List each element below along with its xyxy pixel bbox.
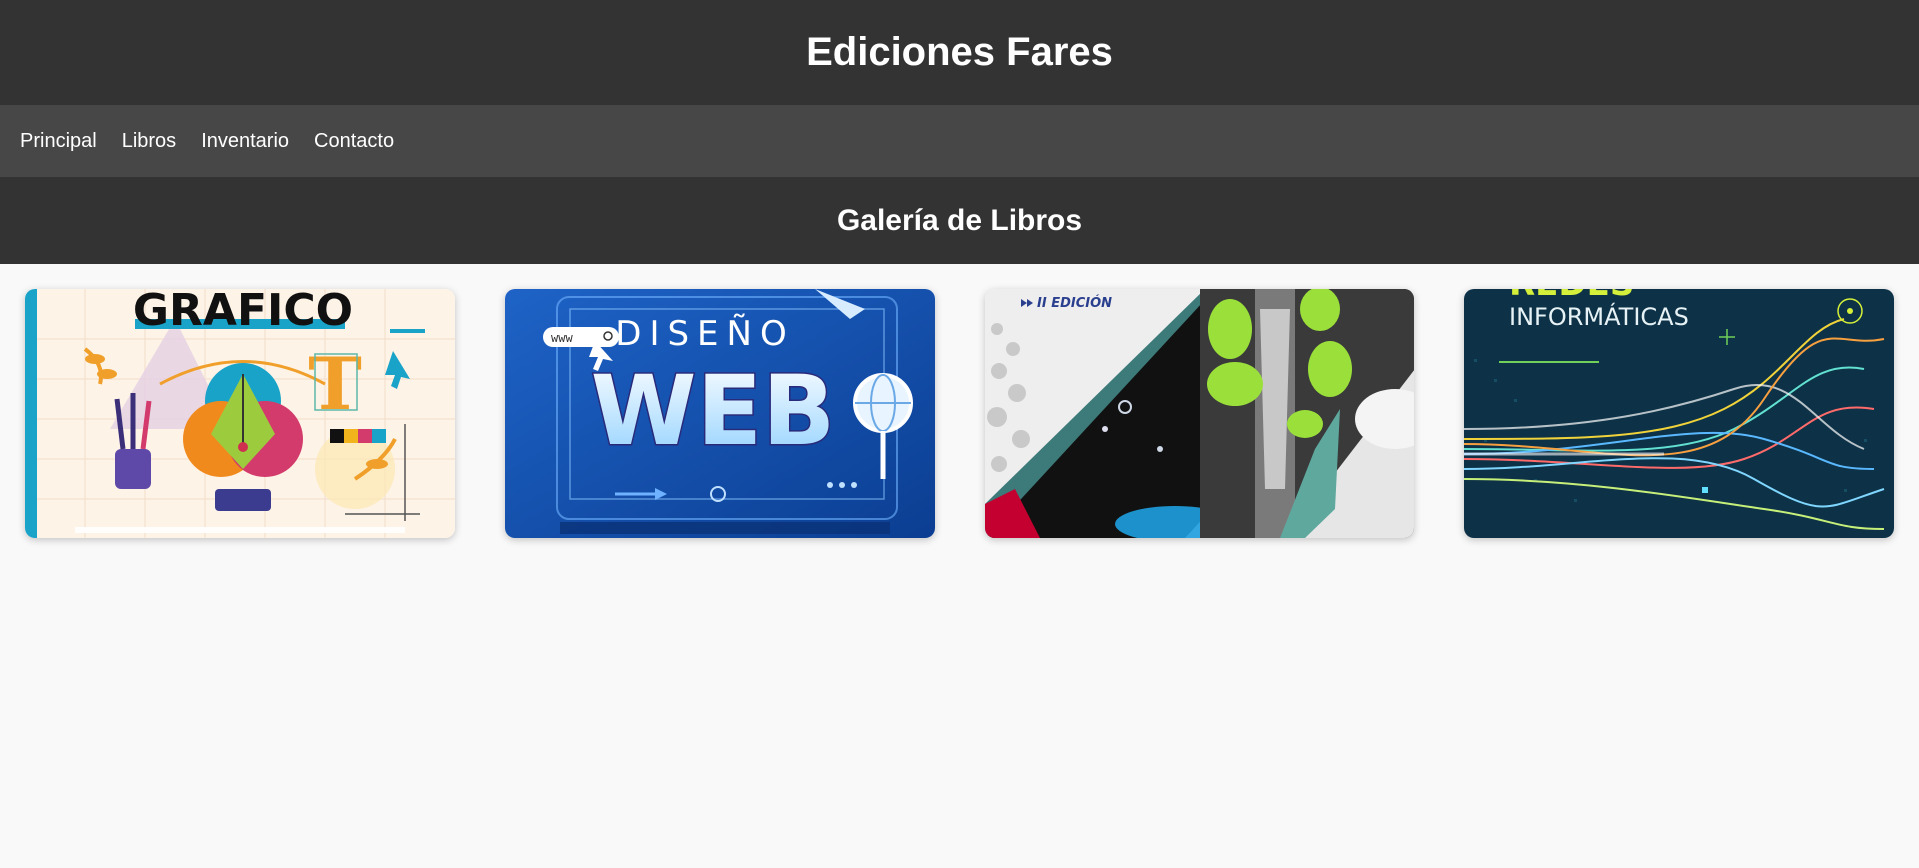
gallery-heading: Galería de Libros: [0, 177, 1919, 264]
nav-link-contacto[interactable]: Contacto: [314, 130, 394, 153]
web-url-text: www: [551, 331, 573, 345]
book-gallery: GRAFICO T www DISEÑO WEB II EDICIÓN INFO…: [0, 264, 1919, 538]
nav-link-principal[interactable]: Principal: [20, 130, 97, 153]
book-cover-grafico: GRAFICO T: [25, 289, 455, 538]
book-card-grafico[interactable]: GRAFICO T: [25, 289, 455, 538]
main-nav: Principal Libros Inventario Contacto: [0, 105, 1919, 177]
book-cover-segunda-edicion: II EDICIÓN: [984, 289, 1415, 538]
grafico-cover-title: GRAFICO: [133, 289, 353, 336]
book-card-redes[interactable]: REDES INFORMÁTICAS: [1464, 289, 1894, 538]
book-cover-redes: REDES INFORMÁTICAS: [1464, 289, 1894, 538]
book-card-segunda-edicion[interactable]: II EDICIÓN: [984, 289, 1415, 538]
site-header: Ediciones Fares: [0, 0, 1919, 105]
gallery-title: Galería de Libros: [836, 203, 1083, 237]
site-title: Ediciones Fares: [806, 30, 1113, 74]
edition-cover-label: II EDICIÓN: [1037, 295, 1112, 311]
redes-cover-top: REDES: [1509, 289, 1634, 304]
nav-link-libros[interactable]: Libros: [122, 130, 176, 153]
book-cover-diseno-web: www DISEÑO WEB: [504, 289, 935, 538]
web-cover-top: DISEÑO: [615, 314, 794, 354]
nav-link-inventario[interactable]: Inventario: [201, 130, 289, 153]
book-card-diseno-web[interactable]: www DISEÑO WEB: [504, 289, 935, 538]
redes-cover-main: INFORMÁTICAS: [1509, 302, 1689, 331]
web-cover-main: WEB: [590, 355, 835, 467]
